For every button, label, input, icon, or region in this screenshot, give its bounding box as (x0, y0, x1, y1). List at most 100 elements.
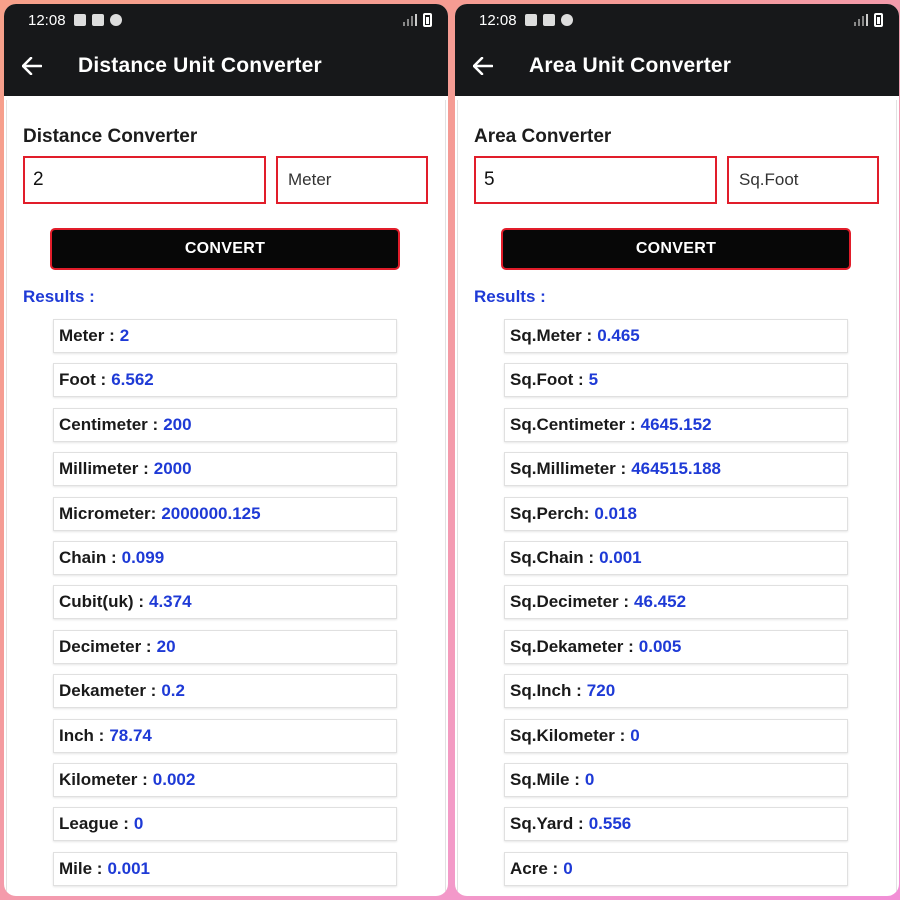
phone-screen-distance: 12:08 Distance Unit Converter Distance C… (4, 4, 448, 896)
result-value: 720 (586, 681, 616, 701)
result-row: Inch :78.74 (53, 718, 397, 753)
results-label: Results : (23, 287, 95, 306)
result-row: Sq.Kilometer :0 (504, 718, 848, 753)
result-value: 5 (588, 370, 599, 390)
result-value: 6.562 (111, 370, 154, 390)
result-value: 2000 (153, 459, 192, 479)
result-value: 0.005 (638, 636, 682, 656)
result-unit-label: Sq.Meter : (510, 326, 593, 345)
result-value: 0 (630, 725, 640, 745)
result-row: Sq.Foot :5 (504, 363, 848, 398)
result-unit-label: League : (59, 814, 129, 834)
result-row: Mile :0.001 (53, 851, 397, 886)
result-list: Sq.Meter :0.465 Sq.Foot :5 Sq.Centimeter :… (504, 319, 880, 886)
app-bar: Distance Unit Converter (4, 36, 448, 96)
result-row: Chain :0.099 (53, 540, 397, 575)
result-unit-label: Decimeter : (59, 636, 152, 656)
result-unit-label: Millimeter : (59, 459, 149, 479)
result-unit-label: Sq.Foot : (510, 370, 584, 390)
result-unit-label: Cubit(uk) : (59, 592, 144, 612)
result-unit-label: Meter : (59, 326, 115, 345)
result-row: Kilometer :0.002 (53, 762, 397, 797)
converter-content: Distance Converter 2 Meter CONVERT Resul… (6, 100, 446, 896)
result-value: 4.374 (148, 592, 192, 612)
circle-icon (109, 14, 122, 26)
result-unit-label: Sq.Decimeter : (510, 592, 630, 612)
arrow-back-icon[interactable] (473, 56, 493, 76)
qr-icon (542, 14, 555, 26)
signal-icon (403, 14, 417, 26)
status-bar: 12:08 (4, 4, 448, 36)
result-row: Sq.Chain :0.001 (504, 540, 848, 575)
result-value: 0 (584, 769, 595, 789)
result-value: 2 (119, 326, 130, 345)
result-value: 200 (163, 414, 192, 434)
result-row: Millimeter :2000 (53, 452, 397, 487)
result-row: Meter :2 (53, 319, 397, 353)
result-row: Sq.Meter :0.465 (504, 319, 848, 353)
result-row: Acre :0 (504, 851, 848, 886)
result-value: 0.002 (152, 769, 196, 789)
result-unit-label: Chain : (59, 547, 117, 567)
result-row: Dekameter :0.2 (53, 674, 397, 709)
unit-dropdown[interactable]: Sq.Foot (727, 156, 879, 204)
result-row: Sq.Decimeter :46.452 (504, 585, 848, 620)
result-value: 0.018 (594, 503, 637, 523)
result-value: 0 (133, 814, 144, 834)
unit-dropdown[interactable]: Meter (276, 156, 428, 204)
result-list: Meter :2 Foot :6.562 Centimeter :200 Millim… (53, 319, 429, 886)
result-unit-label: Sq.Mile : (510, 769, 580, 789)
result-unit-label: Sq.Inch : (510, 681, 582, 701)
circle-icon (560, 14, 573, 26)
image-icon (73, 14, 86, 26)
battery-icon (874, 13, 883, 27)
value-input[interactable]: 2 (23, 156, 266, 204)
result-value: 0.001 (107, 858, 150, 878)
result-row: Sq.Mile :0 (504, 762, 848, 797)
result-unit-label: Inch : (59, 725, 105, 745)
page-title: Area Unit Converter (529, 54, 732, 77)
result-unit-label: Acre : (510, 858, 559, 878)
result-row: Sq.Dekameter :0.005 (504, 629, 848, 664)
result-unit-label: Mile : (59, 858, 103, 878)
result-value: 0.465 (597, 326, 640, 345)
result-value: 2000000.125 (161, 503, 261, 523)
result-value: 0.556 (588, 814, 632, 834)
signal-icon (854, 14, 868, 26)
result-unit-label: Sq.Millimeter : (510, 459, 627, 479)
result-row: Foot :6.562 (53, 363, 397, 398)
result-unit-label: Kilometer : (59, 769, 148, 789)
results-label: Results : (474, 287, 546, 306)
convert-button[interactable]: CONVERT (501, 228, 851, 270)
converter-title: Area Converter (474, 126, 612, 147)
result-unit-label: Sq.Centimeter : (510, 414, 636, 434)
result-row: Sq.Millimeter :464515.188 (504, 452, 848, 487)
image-icon (524, 14, 537, 26)
result-value: 20 (156, 636, 176, 656)
converter-content: Area Converter 5 Sq.Foot CONVERT Results… (457, 100, 897, 896)
result-row: Sq.Centimeter :4645.152 (504, 407, 848, 442)
result-value: 78.74 (109, 725, 152, 745)
result-unit-label: Sq.Kilometer : (510, 725, 626, 745)
result-value: 46.452 (634, 592, 687, 612)
result-value: 0 (563, 858, 573, 878)
result-unit-label: Centimeter : (59, 414, 159, 434)
result-unit-label: Micrometer: (59, 503, 157, 523)
result-unit-label: Foot : (59, 370, 107, 390)
qr-icon (91, 14, 104, 26)
result-row: Sq.Yard :0.556 (504, 807, 848, 842)
result-value: 464515.188 (631, 459, 722, 479)
result-value: 4645.152 (640, 414, 712, 434)
converter-title: Distance Converter (23, 126, 198, 147)
status-time: 12:08 (479, 11, 517, 29)
convert-button[interactable]: CONVERT (50, 228, 400, 270)
arrow-back-icon[interactable] (22, 56, 42, 76)
value-input[interactable]: 5 (474, 156, 717, 204)
result-row: Sq.Inch :720 (504, 674, 848, 709)
result-unit-label: Dekameter : (59, 681, 157, 701)
result-value: 0.001 (599, 547, 642, 567)
result-value: 0.099 (121, 547, 165, 567)
app-bar: Area Unit Converter (455, 36, 899, 96)
result-unit-label: Sq.Yard : (510, 814, 584, 834)
result-unit-label: Sq.Chain : (510, 547, 595, 567)
